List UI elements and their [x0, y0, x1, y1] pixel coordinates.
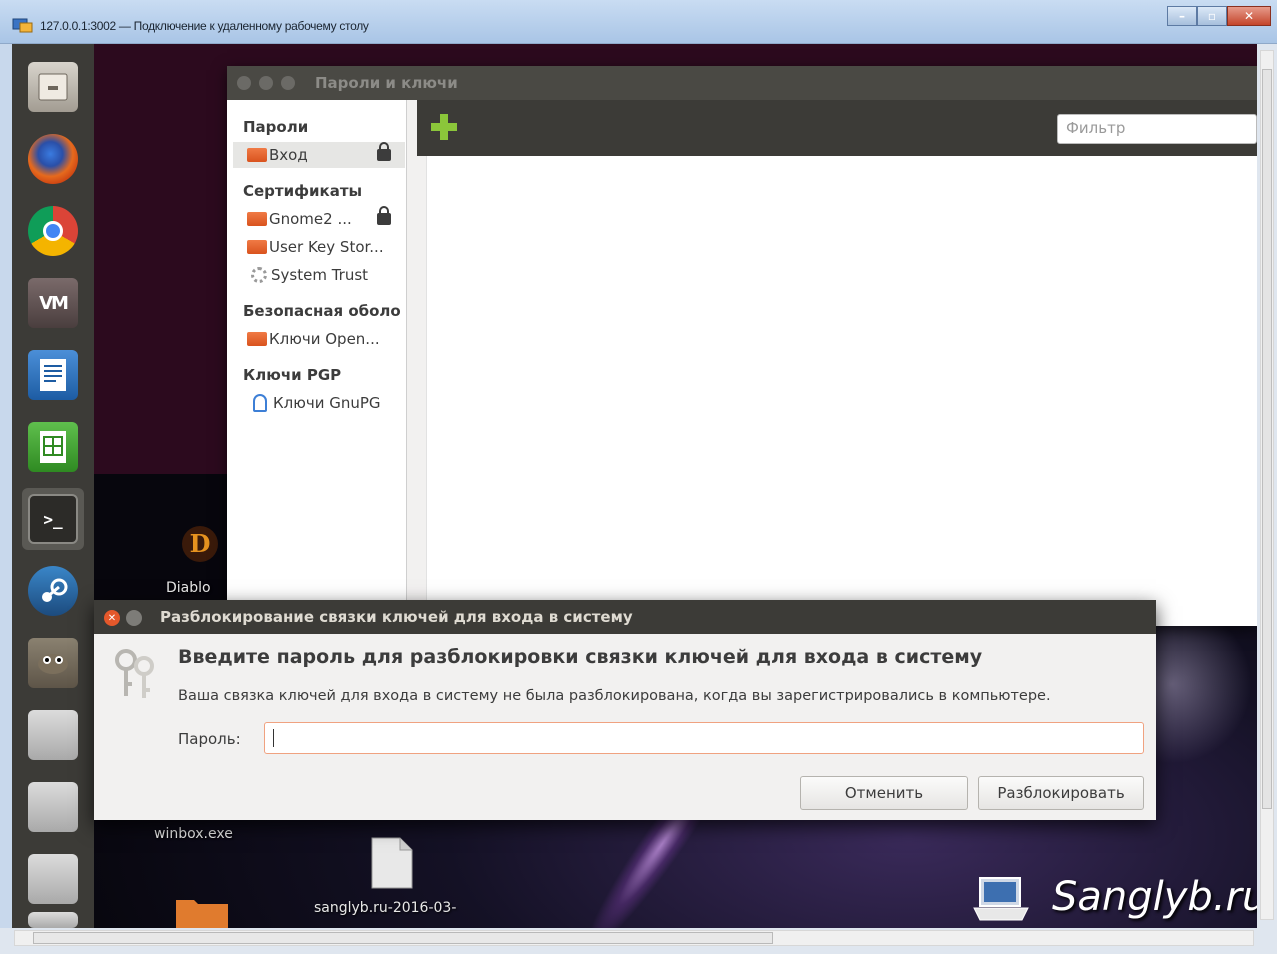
- passwords-window-title: Пароли и ключи: [315, 74, 458, 92]
- unity-launcher: VM >_: [12, 44, 94, 928]
- desktop-icon-label: winbox.exe: [154, 826, 233, 842]
- dialog-message: Ваша связка ключей для входа в систему н…: [178, 688, 1051, 704]
- launcher-drive-2[interactable]: [22, 776, 84, 838]
- document-icon[interactable]: [370, 836, 414, 890]
- gimp-icon: [28, 638, 78, 688]
- watermark-text: Sanglyb.ru: [1052, 874, 1257, 920]
- text-caret: [273, 729, 274, 747]
- calc-icon: [28, 422, 78, 472]
- password-label: Пароль:: [178, 730, 241, 748]
- keyring-icon: [247, 240, 267, 254]
- drive-icon: [28, 854, 78, 904]
- password-input[interactable]: [264, 722, 1144, 754]
- keyring-item-openssh[interactable]: Ключи Open...: [233, 326, 405, 352]
- keyring-icon: [247, 148, 267, 162]
- rdp-titlebar: 127.0.0.1:3002 — Подключение к удаленном…: [0, 0, 1277, 44]
- minimize-icon[interactable]: [259, 76, 273, 90]
- desktop-icon-label: sanglyb.ru-2016-03-: [314, 900, 457, 916]
- launcher-steam[interactable]: [22, 560, 84, 622]
- horizontal-scroll-thumb[interactable]: [33, 932, 773, 944]
- keyring-item-label: Вход: [269, 146, 308, 164]
- vm-icon: VM: [28, 278, 78, 328]
- keys-icon: [115, 649, 154, 698]
- passwords-toolbar: Фильтр: [417, 100, 1257, 156]
- pgp-key-icon: [253, 394, 267, 412]
- launcher-terminal[interactable]: >_: [22, 488, 84, 550]
- close-icon[interactable]: [237, 76, 251, 90]
- vertical-scrollbar[interactable]: [1260, 50, 1274, 920]
- gear-icon: [251, 267, 267, 283]
- drive-icon: [28, 912, 78, 928]
- launcher-firefox[interactable]: [22, 128, 84, 190]
- launcher-calc[interactable]: [22, 416, 84, 478]
- keyring-item-system-trust[interactable]: System Trust: [233, 262, 405, 288]
- rdp-left-border: [0, 44, 12, 954]
- section-passwords: Пароли: [243, 118, 309, 136]
- folder-icon[interactable]: [174, 894, 230, 928]
- pane-divider[interactable]: [407, 100, 427, 626]
- dialog-title: Разблокирование связки ключей для входа …: [160, 608, 633, 626]
- cancel-button[interactable]: Отменить: [800, 776, 968, 810]
- lock-icon: [377, 142, 391, 161]
- dialog-close-icon[interactable]: ✕: [104, 610, 120, 626]
- terminal-icon: >_: [28, 494, 78, 544]
- vertical-scroll-thumb[interactable]: [1262, 69, 1272, 809]
- steam-icon: [28, 566, 78, 616]
- dialog-minimize-icon[interactable]: [126, 610, 142, 626]
- drive-icon: [28, 710, 78, 760]
- keyring-item-label: Ключи GnuPG: [273, 394, 381, 412]
- launcher-writer[interactable]: [22, 344, 84, 406]
- minimize-button[interactable]: –: [1167, 6, 1197, 26]
- horizontal-scrollbar[interactable]: [14, 930, 1254, 946]
- section-certificates: Сертификаты: [243, 182, 363, 200]
- keyring-item-gnupg[interactable]: Ключи GnuPG: [233, 390, 405, 416]
- keyring-item-label: Ключи Open...: [269, 330, 380, 348]
- rdp-window-title: 127.0.0.1:3002 — Подключение к удаленном…: [40, 19, 369, 33]
- dialog-heading: Введите пароль для разблокировки связки …: [178, 646, 983, 668]
- keyring-icon: [247, 332, 267, 346]
- watermark-laptop-logo: [973, 877, 1029, 921]
- launcher-drive-4[interactable]: [22, 912, 84, 928]
- launcher-drive-1[interactable]: [22, 704, 84, 766]
- filter-input[interactable]: Фильтр: [1057, 114, 1257, 144]
- keyring-sidebar: Пароли Вход Сертификаты Gnome2 ... User …: [227, 100, 407, 626]
- keyring-item-label: System Trust: [271, 266, 369, 284]
- keyring-content-area: [427, 156, 1257, 626]
- firefox-icon: [28, 134, 78, 184]
- passwords-titlebar: Пароли и ключи: [227, 66, 1257, 100]
- launcher-vm[interactable]: VM: [22, 272, 84, 334]
- keyring-item-label: User Key Stor...: [269, 238, 384, 256]
- keyring-icon: [247, 212, 267, 226]
- lock-icon: [377, 206, 391, 225]
- keyring-item-user-key-storage[interactable]: User Key Stor...: [233, 234, 405, 260]
- dialog-titlebar: ✕ Разблокирование связки ключей для вход…: [94, 600, 1156, 634]
- remote-desktop-icon: [12, 18, 33, 33]
- section-pgp-keys: Ключи PGP: [243, 366, 342, 384]
- drive-icon: [28, 782, 78, 832]
- desktop-icon-label: Diablo: [166, 580, 211, 596]
- launcher-files[interactable]: [22, 56, 84, 118]
- launcher-chrome[interactable]: [22, 200, 84, 262]
- keyring-item-label: Gnome2 ...: [269, 210, 352, 228]
- svg-text:D: D: [190, 529, 211, 558]
- remote-desktop: VM >_ D Diablo winbox.exe sanglyb.ru-201…: [12, 44, 1257, 928]
- launcher-drive-3[interactable]: [22, 848, 84, 910]
- files-icon: [28, 62, 78, 112]
- diablo-icon[interactable]: D: [180, 522, 220, 566]
- writer-icon: [28, 350, 78, 400]
- unlock-keyring-dialog: ✕ Разблокирование связки ключей для вход…: [94, 600, 1156, 820]
- unlock-button[interactable]: Разблокировать: [978, 776, 1144, 810]
- add-icon[interactable]: [431, 114, 457, 140]
- passwords-window: Пароли и ключи Пароли Вход Сертификаты G…: [227, 66, 1257, 626]
- section-secure-shell: Безопасная оболо: [243, 302, 401, 320]
- chrome-icon: [28, 206, 78, 256]
- maximize-button[interactable]: ▫: [1197, 6, 1227, 26]
- keyring-item-login[interactable]: Вход: [233, 142, 405, 168]
- launcher-gimp[interactable]: [22, 632, 84, 694]
- keyring-item-gnome2[interactable]: Gnome2 ...: [233, 206, 405, 232]
- close-button[interactable]: ✕: [1227, 6, 1271, 26]
- maximize-icon[interactable]: [281, 76, 295, 90]
